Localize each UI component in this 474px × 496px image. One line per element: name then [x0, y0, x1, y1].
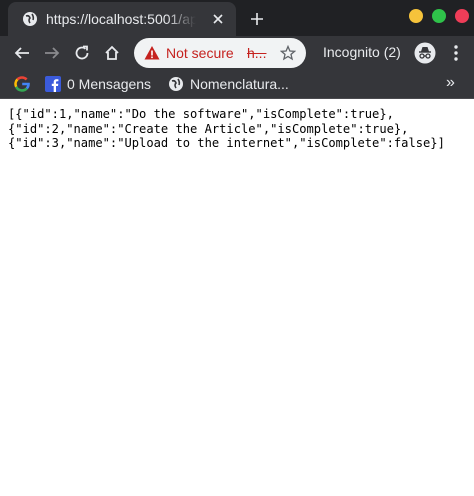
back-button[interactable] — [10, 41, 34, 65]
bookmark-label: 0 Mensagens — [67, 76, 152, 92]
browser-menu-button[interactable] — [446, 42, 466, 64]
home-button[interactable] — [100, 41, 124, 65]
address-bar[interactable]: Not secure h... — [134, 38, 306, 68]
bookmark-facebook[interactable]: 0 Mensagens — [45, 74, 151, 94]
tab-active[interactable]: https://localhost:5001/api/ — [8, 2, 236, 36]
facebook-icon — [45, 76, 61, 92]
forward-button[interactable] — [40, 41, 64, 65]
home-icon — [105, 45, 119, 60]
tab-strip: https://localhost:5001/api/ — [0, 0, 474, 36]
bookmark-star-icon[interactable] — [280, 45, 296, 61]
globe-icon — [22, 11, 38, 27]
back-arrow-icon — [14, 47, 29, 59]
bookmarks-bar: 0 Mensagens Nomenclatura... » — [0, 70, 474, 99]
json-line: {"id":2,"name":"Create the Article","isC… — [8, 121, 409, 136]
page-viewport: [{"id":1,"name":"Do the software","isCom… — [0, 99, 474, 496]
reload-button[interactable] — [70, 41, 94, 65]
tab-title: https://localhost:5001/api/ — [46, 11, 196, 27]
toolbar: Not secure h... Incognito (2) — [0, 36, 474, 70]
incognito-label[interactable]: Incognito (2) — [323, 44, 401, 60]
bookmark-google[interactable] — [14, 74, 30, 94]
bookmark-nomenclatura[interactable]: Nomenclatura... — [168, 74, 289, 94]
json-line: {"id":3,"name":"Upload to the internet",… — [8, 136, 445, 150]
incognito-icon[interactable] — [414, 42, 436, 64]
json-response: [{"id":1,"name":"Do the software","isCom… — [0, 99, 474, 151]
forward-arrow-icon — [45, 47, 60, 59]
json-line: [{"id":1,"name":"Do the software","isCom… — [8, 107, 394, 121]
google-icon — [14, 76, 30, 92]
close-window-button[interactable] — [455, 9, 469, 23]
minimize-window-button[interactable] — [409, 9, 423, 23]
url-scheme[interactable]: h... — [247, 45, 266, 61]
kebab-menu-icon — [454, 45, 458, 61]
maximize-window-button[interactable] — [432, 9, 446, 23]
new-tab-button[interactable] — [246, 8, 268, 30]
warning-icon[interactable] — [144, 45, 160, 61]
close-tab-icon[interactable] — [210, 11, 226, 27]
security-status-label[interactable]: Not secure — [166, 45, 234, 61]
reload-icon — [75, 45, 89, 60]
more-bookmarks-chevron-icon[interactable]: » — [446, 74, 455, 92]
bookmark-label: Nomenclatura... — [190, 76, 289, 92]
globe-icon — [169, 77, 183, 91]
